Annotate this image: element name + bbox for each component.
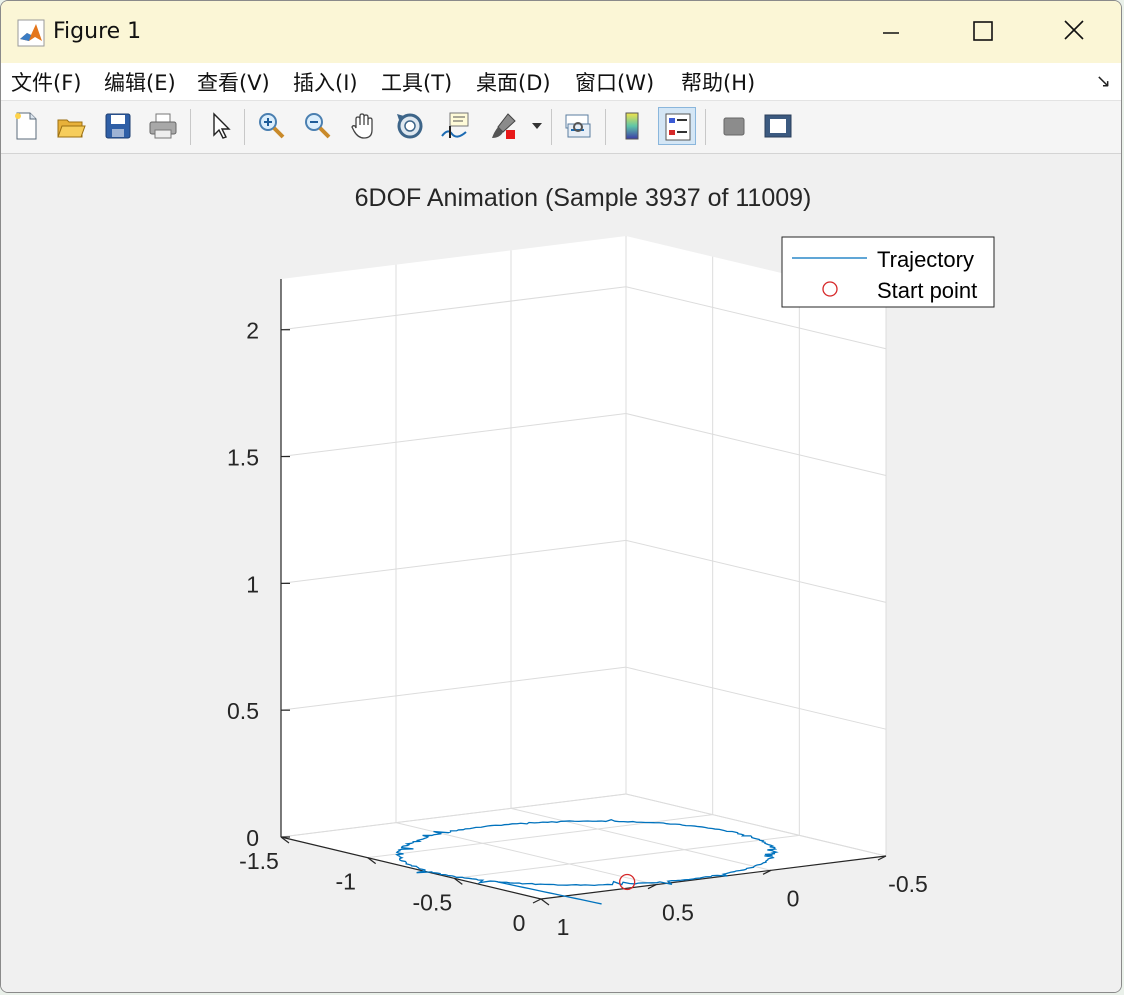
save-button[interactable]	[99, 107, 137, 145]
back-pane-y	[626, 236, 886, 856]
y-tick-label: 1	[557, 914, 570, 940]
back-pane-x	[281, 236, 626, 837]
figure-canvas[interactable]: -1.5 -1 -0.5 0 1 0.5 0 -0.5 0 0.5 1 1.5 2 6DOF Anima…	[1, 154, 1121, 992]
print-icon	[149, 113, 177, 139]
open-file-icon	[57, 119, 86, 138]
y-tick-label: 0	[787, 885, 800, 911]
link-plot-button[interactable]	[559, 107, 597, 145]
menu-tools[interactable]: 工具(T)	[381, 67, 452, 97]
toolbar-separator	[551, 109, 552, 145]
z-tick-label: 1.5	[227, 445, 259, 471]
new-figure-button[interactable]	[7, 107, 45, 145]
toolbar-separator	[190, 109, 191, 145]
plot-3d[interactable]: -1.5 -1 -0.5 0 1 0.5 0 -0.5 0 0.5 1 1.5 2 6DOF Anima…	[1, 154, 1121, 992]
brush-icon	[492, 113, 516, 139]
hide-plot-tools-icon	[723, 117, 745, 136]
close-button[interactable]	[1029, 1, 1121, 63]
new-figure-icon	[15, 112, 37, 140]
show-plot-tools-icon	[764, 114, 792, 138]
maximize-icon	[973, 21, 993, 41]
open-file-button[interactable]	[52, 107, 90, 145]
close-icon	[1064, 20, 1084, 40]
y-tick	[532, 898, 542, 904]
data-cursor-button[interactable]	[437, 107, 475, 145]
menu-edit[interactable]: 编辑(E)	[104, 67, 176, 97]
x-tick-label: -1	[335, 869, 355, 895]
x-tick-label: -1.5	[239, 848, 279, 874]
show-plot-tools-button[interactable]	[759, 107, 797, 145]
toolbar-separator	[244, 109, 245, 145]
hide-plot-tools-button[interactable]	[715, 107, 753, 145]
insert-legend-icon	[665, 113, 691, 141]
data-cursor-icon	[441, 112, 469, 138]
y-tick-label: -0.5	[888, 871, 928, 897]
pan-button[interactable]	[345, 107, 383, 145]
dock-figure-icon[interactable]: ↘	[1096, 71, 1111, 92]
toolbar-separator	[605, 109, 606, 145]
menu-window[interactable]: 窗口(W)	[575, 67, 654, 97]
zoom-in-icon	[259, 113, 285, 139]
link-plot-icon	[565, 114, 591, 138]
menu-desktop[interactable]: 桌面(D)	[476, 67, 551, 97]
matlab-logo-icon	[17, 19, 45, 47]
z-tick-label: 2	[246, 318, 259, 344]
zoom-out-icon	[305, 113, 331, 139]
brush-button[interactable]	[485, 107, 523, 145]
axes-grid	[280, 236, 887, 900]
z-tick-label: 1	[246, 571, 259, 597]
legend-start-point-label: Start point	[877, 278, 977, 303]
insert-legend-button[interactable]	[658, 107, 696, 145]
brush-dropdown-button[interactable]	[527, 107, 547, 145]
menu-insert[interactable]: 插入(I)	[293, 67, 358, 97]
figure-toolbar	[1, 101, 1121, 154]
menu-help[interactable]: 帮助(H)	[681, 67, 755, 97]
save-icon	[105, 113, 131, 139]
legend-trajectory-label: Trajectory	[877, 247, 974, 272]
figure-window: Figure 1 文件(F) 编辑(E) 查看(V) 插入(I) 工具(T) 桌…	[0, 0, 1122, 993]
brush-dropdown-icon	[532, 123, 542, 129]
maximize-button[interactable]	[937, 1, 1029, 63]
minimize-button[interactable]	[845, 1, 937, 63]
z-tick-label: 0	[246, 825, 259, 851]
rotate-3d-button[interactable]	[391, 107, 429, 145]
insert-colorbar-button[interactable]	[613, 107, 651, 145]
pan-hand-icon	[351, 113, 373, 139]
toolbar-separator	[705, 109, 706, 145]
window-title: Figure 1	[53, 19, 142, 44]
insert-colorbar-icon	[625, 112, 639, 140]
minimize-icon	[883, 32, 899, 34]
zoom-in-button[interactable]	[252, 107, 290, 145]
edit-plot-button[interactable]	[201, 107, 239, 145]
legend[interactable]: Trajectory Start point	[781, 236, 995, 308]
x-tick-label: -0.5	[413, 889, 453, 915]
menu-file[interactable]: 文件(F)	[11, 67, 81, 97]
rotate-3d-icon	[397, 113, 423, 139]
x-tick-label: 0	[513, 910, 526, 936]
menu-view[interactable]: 查看(V)	[197, 67, 270, 97]
z-tick-label: 0.5	[227, 698, 259, 724]
y-tick-label: 0.5	[662, 900, 694, 926]
edit-plot-arrow-icon	[213, 112, 231, 139]
print-button[interactable]	[144, 107, 182, 145]
x-tick	[540, 898, 550, 906]
title-bar[interactable]: Figure 1	[1, 1, 1121, 63]
menu-bar: 文件(F) 编辑(E) 查看(V) 插入(I) 工具(T) 桌面(D) 窗口(W…	[1, 63, 1121, 101]
zoom-out-button[interactable]	[298, 107, 336, 145]
plot-title: 6DOF Animation (Sample 3937 of 11009)	[355, 184, 812, 212]
